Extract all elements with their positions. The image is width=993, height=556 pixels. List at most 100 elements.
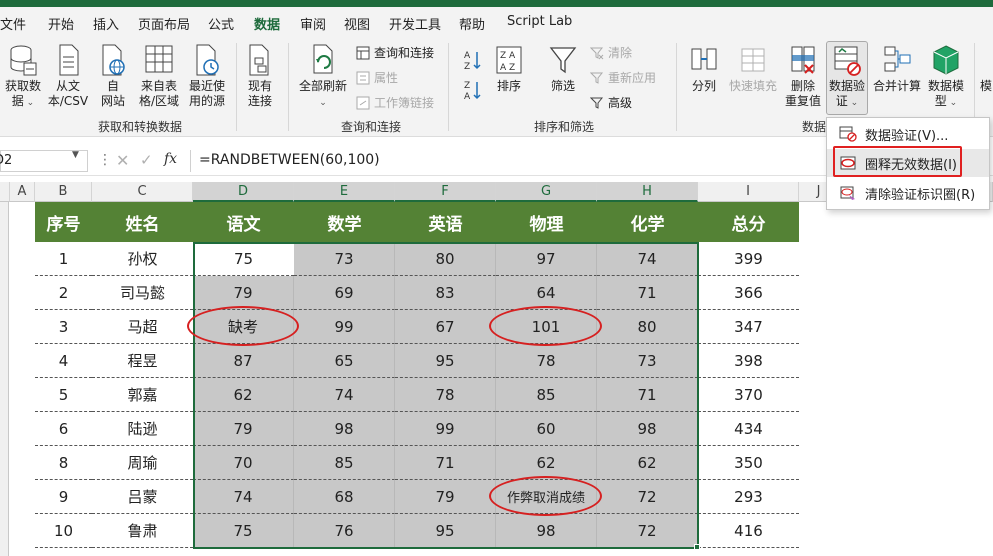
tab-file[interactable]: 文件 [0,14,26,33]
cell-no[interactable]: 2 [35,276,92,310]
cell-chinese[interactable]: 缺考 [193,310,294,344]
cell-math[interactable]: 99 [294,310,395,344]
cell-math[interactable]: 74 [294,378,395,412]
header-cell-no[interactable]: 序号 [35,202,92,242]
cell-total[interactable]: 293 [698,480,799,514]
column-header-b[interactable]: B [35,182,92,202]
cell-chinese[interactable]: 74 [193,480,294,514]
from-text-button[interactable]: 从文 本/CSV [46,43,90,109]
cell-name[interactable]: 吕蒙 [92,480,193,514]
cell-chemistry[interactable]: 74 [597,242,698,276]
cell-english[interactable]: 79 [395,480,496,514]
cell-english[interactable]: 78 [395,378,496,412]
cell-chemistry[interactable]: 98 [597,412,698,446]
cell-physics[interactable]: 64 [496,276,597,310]
overflow-group-button[interactable]: 模 [980,79,992,94]
cell-name[interactable]: 郭嘉 [92,378,193,412]
cell-math[interactable]: 98 [294,412,395,446]
tab-help[interactable]: 帮助 [459,14,485,33]
cell-math[interactable]: 76 [294,514,395,548]
from-web-button[interactable]: 自 网站 [94,43,132,109]
tab-formulas[interactable]: 公式 [208,14,234,33]
cell-total[interactable]: 350 [698,446,799,480]
header-cell-physics[interactable]: 物理 [496,202,597,242]
cell-total[interactable]: 366 [698,276,799,310]
cell-name[interactable]: 程昱 [92,344,193,378]
cell-math[interactable]: 73 [294,242,395,276]
tab-review[interactable]: 审阅 [300,14,326,33]
column-header-i[interactable]: I [698,182,799,202]
cell-english[interactable]: 95 [395,514,496,548]
cell-no[interactable]: 9 [35,480,92,514]
cell-english[interactable]: 99 [395,412,496,446]
text-to-columns-button[interactable]: 分列 [684,43,724,94]
cancel-icon[interactable]: ✕ [116,151,129,170]
tab-home[interactable]: 开始 [48,14,74,33]
header-cell-math[interactable]: 数学 [294,202,395,242]
advanced-filter-button[interactable]: 高级 [590,94,632,112]
queries-connections-button[interactable]: 查询和连接 [356,44,434,62]
cell-physics[interactable]: 85 [496,378,597,412]
remove-duplicates-button[interactable]: 删除 重复值 [782,43,824,109]
clear-filter-button[interactable]: 清除 [590,44,632,62]
cell-physics[interactable]: 62 [496,446,597,480]
cell-physics[interactable]: 78 [496,344,597,378]
cell-name[interactable]: 司马懿 [92,276,193,310]
sort-descending-button[interactable]: ZA [462,81,482,101]
cell-math[interactable]: 69 [294,276,395,310]
cell-chemistry[interactable]: 80 [597,310,698,344]
cell-chemistry[interactable]: 71 [597,378,698,412]
properties-button[interactable]: 属性 [356,69,398,87]
cell-no[interactable]: 10 [35,514,92,548]
cell-chemistry[interactable]: 62 [597,446,698,480]
cell-physics[interactable]: 97 [496,242,597,276]
cell-chinese[interactable]: 62 [193,378,294,412]
recent-sources-button[interactable]: 最近使 用的源 [184,43,230,109]
tab-script-lab[interactable]: Script Lab [507,14,572,29]
cell-no[interactable]: 3 [35,310,92,344]
formula-input[interactable]: =RANDBETWEEN(60,100) [199,152,380,168]
cell-chinese[interactable]: 75 [193,242,294,276]
cell-no[interactable]: 5 [35,378,92,412]
column-header-c[interactable]: C [92,182,193,202]
tab-developer[interactable]: 开发工具 [389,14,441,33]
header-cell-name[interactable]: 姓名 [92,202,193,242]
cell-math[interactable]: 65 [294,344,395,378]
cell-chemistry[interactable]: 73 [597,344,698,378]
cell-total[interactable]: 370 [698,378,799,412]
tab-page-layout[interactable]: 页面布局 [138,14,190,33]
cell-no[interactable]: 1 [35,242,92,276]
cell-math[interactable]: 68 [294,480,395,514]
cell-english[interactable]: 80 [395,242,496,276]
insert-function-icon[interactable]: fx [164,151,177,167]
from-table-button[interactable]: 来自表 格/区域 [136,43,182,109]
header-cell-english[interactable]: 英语 [395,202,496,242]
sort-button[interactable]: Z A A Z 排序 [490,43,528,94]
cell-name[interactable]: 马超 [92,310,193,344]
cell-english[interactable]: 83 [395,276,496,310]
header-cell-chinese[interactable]: 语文 [193,202,294,242]
cell-physics[interactable]: 98 [496,514,597,548]
column-header-a[interactable]: A [10,182,35,202]
cell-name[interactable]: 鲁肃 [92,514,193,548]
cell-chinese[interactable]: 70 [193,446,294,480]
cell-chinese[interactable]: 79 [193,276,294,310]
cell-total[interactable]: 347 [698,310,799,344]
cell-chinese[interactable]: 75 [193,514,294,548]
confirm-icon[interactable]: ✓ [140,151,153,169]
fill-handle[interactable] [694,544,700,550]
sort-ascending-button[interactable]: AZ [462,51,482,71]
cell-chinese[interactable]: 79 [193,412,294,446]
tab-data[interactable]: 数据 [254,14,280,33]
cell-physics[interactable]: 作弊取消成绩 [496,480,597,514]
reapply-button[interactable]: 重新应用 [590,69,656,87]
refresh-all-button[interactable]: 全部刷新 ⌄ [296,43,350,111]
data-validation-button[interactable]: 数据验 证 ⌄ [826,43,868,111]
cell-no[interactable]: 6 [35,412,92,446]
cell-physics[interactable]: 101 [496,310,597,344]
menu-item-clear-circles[interactable]: 清除验证标识圈(R) [827,179,989,207]
cell-english[interactable]: 95 [395,344,496,378]
header-cell-total[interactable]: 总分 [698,202,799,242]
filter-button[interactable]: 筛选 [542,43,584,94]
tab-view[interactable]: 视图 [344,14,370,33]
